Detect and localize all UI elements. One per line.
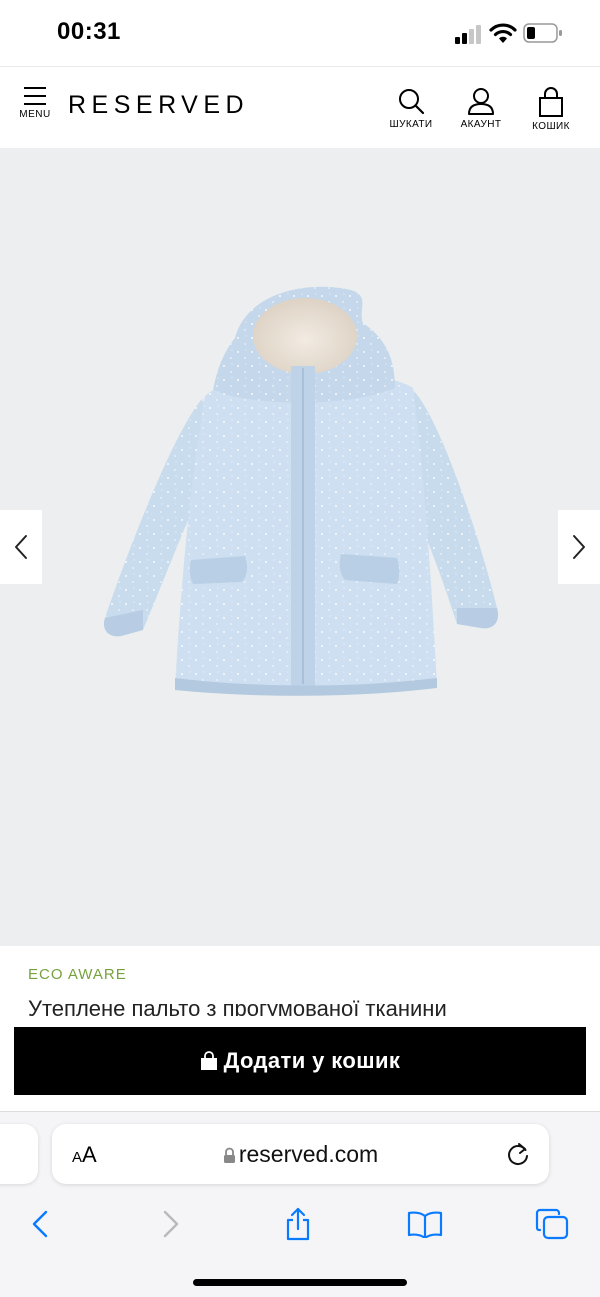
page: 00:31 MENU RESERVED ШУКАТИ АКАУНТ КОШИК … [0, 0, 600, 1297]
browser-nav-bar [0, 1202, 600, 1246]
brand-logo[interactable]: RESERVED [68, 91, 249, 120]
reload-icon[interactable] [505, 1140, 531, 1168]
share-icon [286, 1207, 310, 1241]
search-label: ШУКАТИ [389, 119, 433, 130]
browser-toolbar: AA reserved.com [0, 1111, 600, 1297]
bookmarks-button[interactable] [403, 1202, 447, 1246]
address-bar[interactable]: AA reserved.com [52, 1124, 549, 1184]
gallery-next-button[interactable] [558, 510, 600, 584]
add-to-cart-button[interactable]: Додати у кошик [14, 1027, 586, 1095]
battery-icon [523, 23, 562, 43]
search-icon [399, 89, 425, 115]
wifi-icon [489, 23, 517, 43]
cart-label: КОШИК [532, 121, 570, 132]
gallery-prev-button[interactable] [0, 510, 42, 584]
bag-icon [539, 87, 563, 117]
home-indicator[interactable] [193, 1279, 407, 1286]
chevron-left-icon [32, 1210, 48, 1238]
product-gallery[interactable] [0, 148, 600, 946]
product-title: Утеплене пальто з прогумованої тканини [28, 996, 447, 1016]
url-display[interactable]: reserved.com [52, 1141, 549, 1168]
chevron-right-icon [163, 1210, 179, 1238]
browser-forward-button[interactable] [149, 1202, 193, 1246]
share-button[interactable] [276, 1202, 320, 1246]
tabs-icon [535, 1208, 569, 1240]
menu-icon [24, 87, 46, 105]
product-image [103, 286, 499, 696]
menu-button[interactable]: MENU [14, 87, 56, 133]
account-button[interactable]: АКАУНТ [455, 87, 507, 130]
user-icon [468, 88, 494, 115]
bookmarks-icon [407, 1211, 443, 1238]
cellular-signal-icon [455, 25, 481, 44]
menu-label: MENU [19, 109, 51, 120]
eco-aware-badge: ECO AWARE [28, 966, 127, 983]
url-text: reserved.com [238, 1141, 379, 1167]
site-header: MENU RESERVED ШУКАТИ АКАУНТ КОШИК [0, 66, 600, 149]
browser-back-button[interactable] [18, 1202, 62, 1246]
add-to-cart-bar: Додати у кошик [0, 1016, 600, 1111]
chevron-left-icon [15, 535, 27, 559]
status-time: 00:31 [57, 18, 121, 45]
cart-button[interactable]: КОШИК [526, 87, 576, 132]
product-info: ECO AWARE Утеплене пальто з прогумованої… [0, 946, 600, 1016]
chevron-right-icon [573, 535, 585, 559]
search-button[interactable]: ШУКАТИ [384, 87, 438, 130]
shopping-bag-icon [200, 1051, 217, 1070]
account-label: АКАУНТ [460, 119, 502, 130]
previous-tab-preview[interactable] [0, 1124, 38, 1184]
add-to-cart-label: Додати у кошик [223, 1048, 401, 1073]
status-bar: 00:31 [0, 0, 600, 66]
tabs-button[interactable] [530, 1202, 574, 1246]
lock-icon [223, 1147, 235, 1163]
